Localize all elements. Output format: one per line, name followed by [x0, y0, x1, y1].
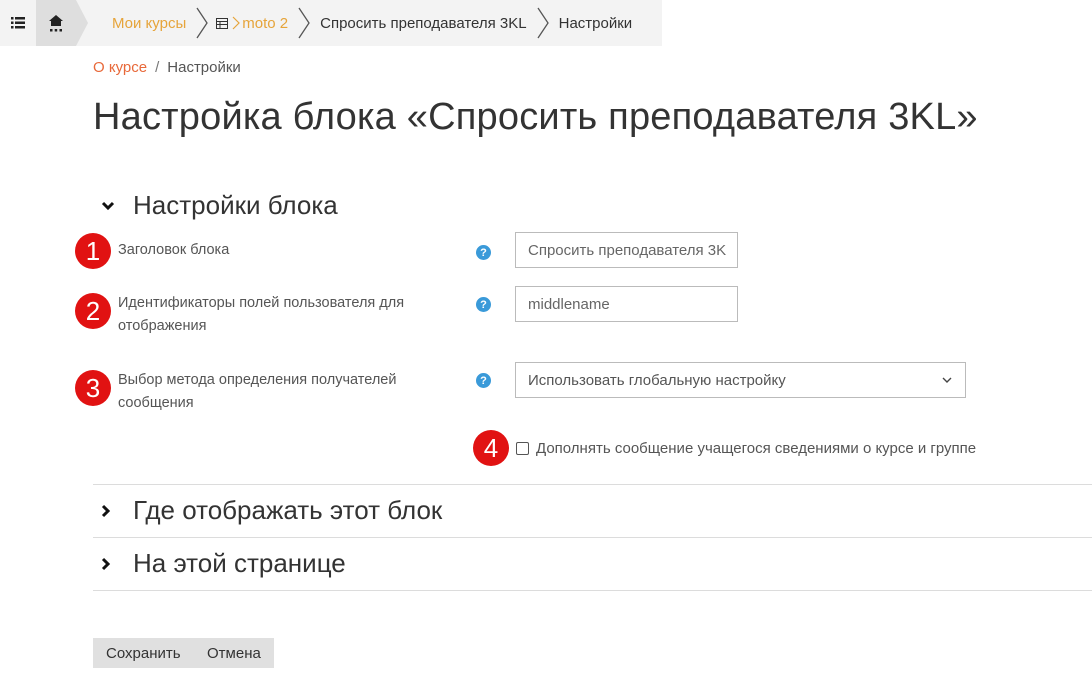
section-title: На этой странице: [133, 548, 346, 578]
section-title: Настройки блока: [133, 190, 338, 220]
append-info-checkbox[interactable]: [516, 442, 529, 455]
select-value: Использовать глобальную настройку: [528, 371, 786, 389]
chevron-right-icon: [101, 504, 121, 518]
chevron-right-icon: [101, 557, 121, 571]
append-info-checkbox-row[interactable]: Дополнять сообщение учащегося сведениями…: [516, 440, 976, 457]
cancel-button[interactable]: Отмена: [194, 638, 274, 668]
divider: [93, 537, 1092, 538]
annotation-badge: 1: [75, 233, 111, 269]
divider: [93, 484, 1092, 485]
field-label: Идентификаторы полей пользователя для от…: [118, 292, 404, 338]
navbar: Мои курсы moto 2 Спросить преподавателя …: [0, 0, 662, 46]
chevron-down-icon: [101, 201, 121, 211]
help-icon[interactable]: ?: [476, 297, 491, 312]
block-title-input[interactable]: Спросить преподавателя 3K: [515, 232, 738, 268]
annotation-badge: 4: [473, 430, 509, 466]
section-title: Где отображать этот блок: [133, 495, 443, 525]
section-on-this-page[interactable]: На этой странице: [101, 548, 346, 579]
field-label-line: сообщения: [118, 395, 194, 411]
breadcrumb-about-course[interactable]: О курсе: [93, 59, 147, 76]
breadcrumb-current: Настройки: [167, 59, 241, 76]
table-icon: [216, 17, 229, 29]
breadcrumb-separator: /: [155, 59, 160, 76]
section-where-to-display[interactable]: Где отображать этот блок: [101, 495, 442, 526]
chevron-right-icon: [196, 7, 209, 39]
chevron-right-icon: [232, 16, 241, 30]
section-block-settings[interactable]: Настройки блока: [101, 190, 338, 221]
breadcrumb-block[interactable]: Спросить преподавателя 3KL: [320, 15, 527, 32]
field-label: Заголовок блока: [118, 242, 230, 258]
field-label-line: Выбор метода определения получателей: [118, 372, 397, 388]
help-icon[interactable]: ?: [476, 245, 491, 260]
help-icon[interactable]: ?: [476, 373, 491, 388]
list-icon[interactable]: [0, 0, 36, 46]
home-icon[interactable]: [36, 0, 88, 46]
user-fields-input[interactable]: middlename: [515, 286, 738, 322]
field-label-line: отображения: [118, 318, 207, 334]
chevron-right-icon: [298, 7, 310, 39]
chevron-right-icon: [537, 7, 549, 39]
breadcrumb-settings: Настройки: [558, 14, 633, 32]
divider: [93, 590, 1092, 591]
chevron-down-icon: [942, 377, 952, 383]
page-title: Настройка блока «Спросить преподавателя …: [93, 96, 978, 138]
save-button[interactable]: Сохранить: [93, 638, 194, 668]
checkbox-label: Дополнять сообщение учащегося сведениями…: [536, 440, 977, 457]
field-label-line: Идентификаторы полей пользователя для: [118, 295, 405, 311]
recipient-method-select[interactable]: Использовать глобальную настройку: [515, 362, 966, 398]
annotation-badge: 3: [75, 370, 111, 406]
breadcrumb-my-courses[interactable]: Мои курсы: [112, 15, 186, 32]
annotation-badge: 2: [75, 293, 111, 329]
field-label: Выбор метода определения получателей соо…: [118, 369, 396, 415]
breadcrumb-course[interactable]: moto 2: [242, 15, 288, 32]
breadcrumb: О курсе / Настройки: [93, 59, 241, 76]
